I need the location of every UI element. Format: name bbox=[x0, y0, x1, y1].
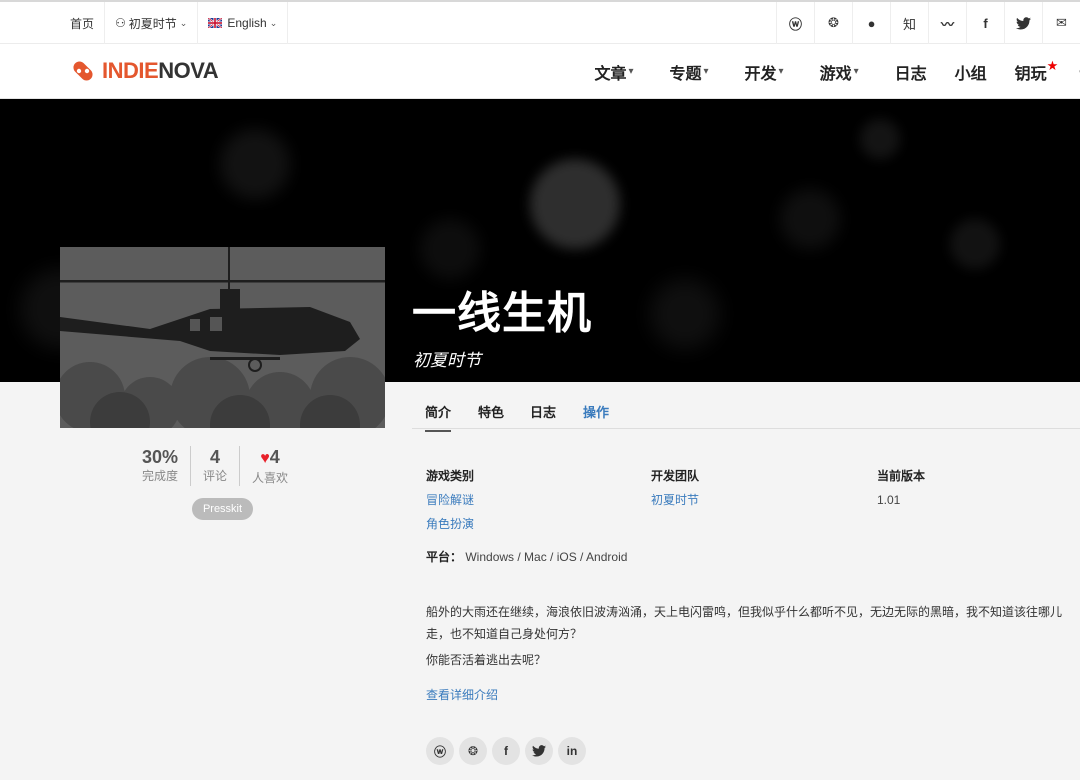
tab-actions[interactable]: 操作 bbox=[583, 402, 609, 421]
version-value: 1.01 bbox=[877, 493, 901, 507]
game-title: 一线生机 bbox=[412, 289, 592, 338]
completion-label: 完成度 bbox=[142, 469, 179, 483]
genre-link[interactable]: 冒险解谜 bbox=[426, 488, 474, 512]
wechat-icon[interactable]: ❂ bbox=[814, 2, 852, 44]
nav-topics[interactable]: 专题 ▾ bbox=[669, 60, 708, 84]
caret-down-icon: ▾ bbox=[703, 66, 709, 77]
home-label: 首页 bbox=[70, 16, 95, 31]
genre-label: 游戏类别 bbox=[426, 469, 475, 483]
completion-value: 30% bbox=[142, 447, 179, 467]
likes-stat[interactable]: ♥4 人喜欢 bbox=[240, 446, 300, 486]
main-navigation: INDIENOVA 文章▾ 专题▾ 开发▾ 游戏▾ 日志 小组 钥玩★ ○ bbox=[0, 44, 1080, 99]
mail-icon[interactable]: ✉ bbox=[1042, 2, 1080, 44]
facebook-share-icon[interactable]: f bbox=[492, 737, 520, 765]
nav-keys-label: 钥玩 bbox=[1014, 65, 1047, 83]
nav-groups-label: 小组 bbox=[954, 65, 987, 83]
linkedin-share-icon[interactable]: in bbox=[558, 737, 586, 765]
logo-icon bbox=[73, 61, 93, 81]
twitter-icon[interactable] bbox=[1004, 2, 1042, 44]
wechat-share-icon[interactable]: ❂ bbox=[459, 737, 487, 765]
tab-features[interactable]: 特色 bbox=[478, 402, 504, 421]
user-menu[interactable]: ⚇ 初夏时节 ⌄ bbox=[105, 2, 199, 44]
caret-down-icon: ▾ bbox=[778, 66, 784, 77]
likes-label: 人喜欢 bbox=[252, 471, 289, 485]
view-details-link[interactable]: 查看详细介绍 bbox=[426, 686, 498, 703]
platform-label: 平台： bbox=[426, 550, 463, 564]
team-label: 开发团队 bbox=[651, 469, 700, 483]
nav-articles-label: 文章 bbox=[594, 65, 627, 83]
nav-groups[interactable]: 小组 bbox=[955, 60, 987, 84]
logo-nova-text: NOVA bbox=[158, 58, 219, 83]
comments-label: 评论 bbox=[203, 469, 228, 483]
platform-value: Windows / Mac / iOS / Android bbox=[465, 550, 628, 564]
game-cover-image bbox=[60, 247, 385, 428]
nav-keys[interactable]: 钥玩 ★ bbox=[1014, 57, 1059, 84]
game-description: 船外的大雨还在继续，海浪依旧波涛汹涌，天上电闪雷鸣，但我似乎什么都听不见，无边无… bbox=[426, 601, 1076, 675]
user-name: 初夏时节 bbox=[128, 16, 177, 31]
team-column: 开发团队 初夏时节 bbox=[651, 464, 699, 512]
share-buttons: ⓦ ❂ f in bbox=[426, 737, 591, 765]
version-column: 当前版本 1.01 bbox=[877, 464, 925, 512]
weibo-icon[interactable]: ⓦ bbox=[776, 2, 814, 44]
heart-icon: ♥ bbox=[260, 450, 270, 467]
likes-value: 4 bbox=[269, 447, 280, 467]
indienova-logo[interactable]: INDIENOVA bbox=[68, 56, 219, 86]
genre-column: 游戏类别 冒险解谜 角色扮演 bbox=[426, 464, 474, 536]
game-developer[interactable]: 初夏时节 bbox=[413, 346, 481, 371]
zhihu-icon[interactable]: 知 bbox=[890, 2, 928, 44]
nav-dev[interactable]: 开发 ▾ bbox=[745, 60, 784, 84]
weibo-share-icon[interactable]: ⓦ bbox=[426, 737, 454, 765]
version-label: 当前版本 bbox=[877, 469, 926, 483]
tab-logs[interactable]: 日志 bbox=[530, 402, 556, 421]
top-utility-bar: 首页 ⚇ 初夏时节 ⌄ English ⌄ ⓦ ❂ ● 知 〰 f ✉ bbox=[0, 0, 1080, 44]
nav-topics-label: 专题 bbox=[669, 65, 702, 83]
game-tabs: 简介 特色 日志 操作 bbox=[412, 392, 1080, 432]
chevron-down-icon: ⌄ bbox=[269, 17, 278, 28]
platform-row: 平台： Windows / Mac / iOS / Android bbox=[426, 548, 627, 565]
logo-indie-text: INDIE bbox=[102, 58, 159, 83]
comments-value: 4 bbox=[210, 447, 221, 467]
nav-games-label: 游戏 bbox=[819, 65, 852, 83]
user-icon: ⚇ bbox=[115, 16, 126, 30]
caret-down-icon: ▾ bbox=[853, 66, 859, 77]
nav-dev-label: 开发 bbox=[744, 65, 777, 83]
description-paragraph: 船外的大雨还在继续，海浪依旧波涛汹涌，天上电闪雷鸣，但我似乎什么都听不见，无边无… bbox=[426, 605, 1063, 641]
star-icon: ★ bbox=[1046, 57, 1059, 73]
presskit-button[interactable]: Presskit bbox=[192, 498, 253, 520]
facebook-icon[interactable]: f bbox=[966, 2, 1004, 44]
language-label: English bbox=[227, 16, 267, 30]
game-stats: 30% 完成度 4 评论 ♥4 人喜欢 bbox=[130, 446, 320, 486]
twitter-share-icon[interactable] bbox=[525, 737, 553, 765]
description-paragraph: 你能否活着逃出去呢？ bbox=[426, 653, 547, 667]
wave-icon[interactable]: 〰 bbox=[928, 2, 966, 44]
chevron-down-icon: ⌄ bbox=[179, 17, 188, 28]
genre-link[interactable]: 角色扮演 bbox=[426, 512, 474, 536]
tab-intro[interactable]: 简介 bbox=[425, 402, 452, 432]
caret-down-icon: ▾ bbox=[628, 66, 634, 77]
nav-articles[interactable]: 文章 ▾ bbox=[594, 60, 633, 84]
language-switcher[interactable]: English ⌄ bbox=[198, 2, 289, 44]
nav-logs-label: 日志 bbox=[894, 65, 927, 83]
comments-stat[interactable]: 4 评论 bbox=[191, 446, 241, 486]
uk-flag-icon bbox=[208, 18, 223, 28]
home-link[interactable]: 首页 bbox=[70, 2, 106, 44]
completion-stat: 30% 完成度 bbox=[130, 446, 192, 486]
nav-logs[interactable]: 日志 bbox=[895, 60, 927, 84]
nav-games[interactable]: 游戏 ▾ bbox=[820, 60, 859, 84]
qq-icon[interactable]: ● bbox=[852, 2, 890, 44]
team-link[interactable]: 初夏时节 bbox=[651, 488, 699, 512]
